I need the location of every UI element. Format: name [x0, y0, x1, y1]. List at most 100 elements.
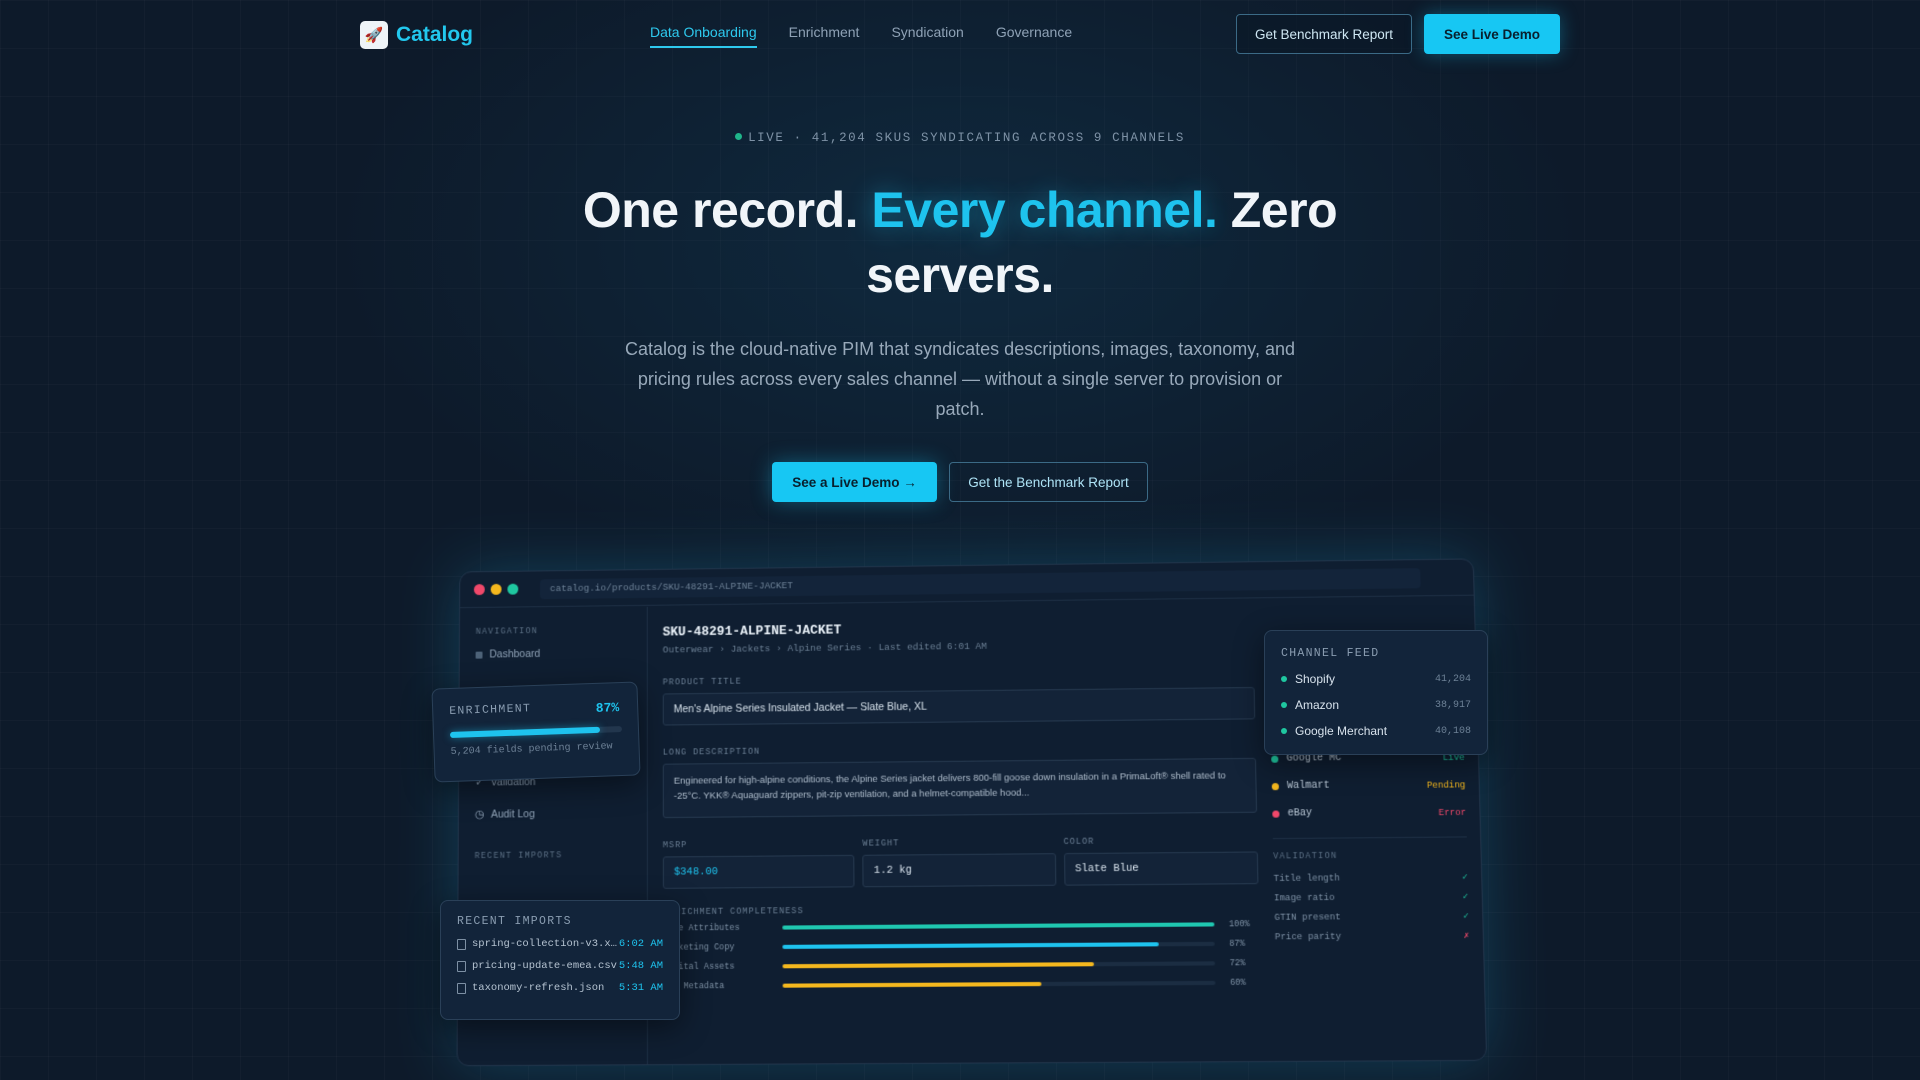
nav-link-governance[interactable]: Governance — [996, 24, 1072, 48]
long-description-field[interactable]: Engineered for high-alpine conditions, t… — [662, 757, 1258, 819]
enrichment-progress-bar — [449, 726, 623, 738]
file-icon — [457, 939, 466, 950]
sidebar-item-dashboard[interactable]: Dashboard — [475, 647, 631, 661]
completeness-fill — [782, 922, 1215, 930]
channel-status: Error — [1438, 807, 1467, 818]
import-file-name: spring-collection-v3.x… — [472, 938, 617, 950]
live-demo-button[interactable]: See Live Demo — [1424, 14, 1560, 54]
completeness-bar — [782, 961, 1216, 969]
channel-feed-title: CHANNEL FEED — [1281, 647, 1380, 660]
completeness-heading: ENRICHMENT COMPLETENESS — [662, 906, 804, 918]
channel-feed-list: Shopify 41,204 Amazon 38,917 Google Merchant… — [1281, 672, 1471, 738]
channel-feed-count: 41,204 — [1434, 673, 1471, 685]
channel-status-list: Google MC Live Walmart Pending eBay Error — [1271, 752, 1466, 820]
clock-icon: ◷ — [474, 808, 484, 821]
channel-feed-name: Shopify — [1295, 672, 1336, 686]
import-row[interactable]: taxonomy-refresh.json 5:31 AM — [457, 982, 663, 994]
import-file-name: taxonomy-refresh.json — [472, 982, 605, 994]
import-row[interactable]: spring-collection-v3.x… 6:02 AM — [457, 938, 663, 950]
validation-heading: VALIDATION — [1273, 850, 1338, 862]
completeness-label: SEO Metadata — [662, 980, 725, 992]
validation-row: GTIN present ✓ — [1274, 911, 1469, 923]
channel-status: Pending — [1426, 779, 1466, 791]
status-dot-icon — [1281, 676, 1287, 682]
headline-accent: Every channel. — [871, 182, 1218, 238]
file-icon — [457, 961, 466, 972]
completeness-list: Core Attributes 100% Marketing Copy 87% Digi… — [663, 919, 1261, 992]
status-dot-icon — [1281, 702, 1287, 708]
headline-part1: One record. — [582, 182, 872, 238]
channel-name: Walmart — [1286, 780, 1330, 793]
import-file-name: pricing-update-emea.csv — [472, 960, 617, 972]
product-editor: SKU-48291-ALPINE-JACKET Outerwear › Jack… — [663, 617, 1261, 1000]
validation-label: Image ratio — [1273, 892, 1335, 904]
see-live-demo-button[interactable]: See a Live Demo → — [772, 462, 937, 502]
nav-link-syndication[interactable]: Syndication — [891, 24, 963, 48]
completeness-fill — [782, 962, 1094, 969]
hero-headline: One record. Every channel. Zero servers. — [560, 178, 1360, 308]
completeness-bar — [782, 941, 1216, 949]
msrp-field[interactable]: $348.00 — [662, 854, 855, 889]
top-nav: 🚀 Catalog Data Onboarding Enrichment Syn… — [0, 0, 1920, 68]
url-bar[interactable]: catalog.io/products/SKU-48291-ALPINE-JAC… — [539, 567, 1421, 599]
channel-row[interactable]: eBay Error — [1272, 807, 1466, 820]
channel-feed-row[interactable]: Shopify 41,204 — [1281, 672, 1471, 686]
validation-label: Title length — [1273, 873, 1340, 885]
channel-feed-row[interactable]: Amazon 38,917 — [1281, 698, 1471, 712]
channel-panel: Google MC Live Walmart Pending eBay Error VAL… — [1271, 752, 1470, 952]
weight-label: WEIGHT — [862, 838, 900, 849]
sidebar-item-audit-log[interactable]: ◷ Audit Log — [475, 807, 631, 821]
get-benchmark-report-button[interactable]: Get the Benchmark Report — [949, 462, 1148, 502]
completeness-bar — [782, 980, 1216, 988]
import-list: spring-collection-v3.x… 6:02 AM pricing-up… — [457, 938, 663, 994]
check-icon: ✓ — [1462, 891, 1469, 903]
nav-link-enrichment[interactable]: Enrichment — [789, 24, 860, 48]
recent-imports-card: RECENT IMPORTS spring-collection-v3.x… 6:… — [440, 900, 680, 1020]
enrichment-note: 5,204 fields pending review — [450, 741, 613, 758]
live-badge: LIVE · 41,204 SKUS SYNDICATING ACROSS 9 … — [0, 131, 1920, 145]
nav-link-data-onboarding[interactable]: Data Onboarding — [650, 24, 757, 48]
brand-name: Catalog — [396, 23, 474, 46]
sidebar-item-label: Audit Log — [490, 808, 535, 821]
color-field[interactable]: Slate Blue — [1063, 851, 1259, 886]
sidebar-nav-heading: NAVIGATION — [475, 626, 538, 637]
maximize-dot-icon — [507, 583, 519, 595]
validation-row: Image ratio ✓ — [1274, 892, 1469, 904]
import-row[interactable]: pricing-update-emea.csv 5:48 AM — [457, 960, 663, 972]
rocket-icon: 🚀 — [360, 21, 388, 49]
window-titlebar: catalog.io/products/SKU-48291-ALPINE-JAC… — [460, 559, 1474, 609]
brand-logo[interactable]: 🚀 Catalog — [360, 21, 473, 49]
file-icon — [457, 983, 466, 994]
status-dot-icon — [1272, 810, 1280, 818]
status-dot-icon — [1281, 728, 1287, 734]
channel-feed-row[interactable]: Google Merchant 40,108 — [1281, 724, 1471, 738]
channel-feed-name: Amazon — [1295, 698, 1340, 712]
nav-links: Data Onboarding Enrichment Syndication G… — [650, 24, 1072, 48]
completeness-row: Digital Assets 72% — [663, 958, 1260, 972]
channel-row[interactable]: Walmart Pending — [1271, 779, 1466, 793]
status-dot-icon — [1271, 755, 1279, 763]
benchmark-report-button[interactable]: Get Benchmark Report — [1236, 14, 1412, 54]
import-time: 5:31 AM — [618, 982, 663, 994]
sidebar-imports-heading: RECENT IMPORTS — [474, 850, 563, 862]
attributes-row: MSRP $348.00 WEIGHT 1.2 kg COLOR Slate B… — [663, 813, 1259, 889]
status-dot-icon — [1271, 783, 1279, 791]
completeness-row: Core Attributes 100% — [663, 919, 1259, 933]
weight-field[interactable]: 1.2 kg — [862, 853, 1057, 888]
channel-feed-card: CHANNEL FEED Shopify 41,204 Amazon 38,917 Go… — [1264, 630, 1488, 755]
check-icon: ✓ — [1462, 872, 1469, 883]
close-dot-icon — [473, 584, 485, 596]
validation-list: Title length ✓ Image ratio ✓ GTIN present ✓ Pr… — [1274, 872, 1470, 942]
completeness-percent: 87% — [1229, 938, 1245, 949]
completeness-percent: 60% — [1229, 977, 1246, 988]
breadcrumb: Outerwear › Jackets › Alpine Series · La… — [662, 640, 987, 656]
channel-feed-count: 38,917 — [1434, 699, 1471, 711]
completeness-percent: 72% — [1229, 958, 1246, 969]
cross-icon: ✗ — [1463, 930, 1470, 942]
product-title-field[interactable]: Men's Alpine Series Insulated Jacket — S… — [662, 687, 1256, 726]
enrichment-progress-fill — [449, 726, 600, 738]
channel-name: eBay — [1287, 808, 1313, 820]
enrichment-percent: 87% — [595, 700, 620, 716]
completeness-label: Marketing Copy — [662, 942, 735, 953]
msrp-label: MSRP — [662, 840, 688, 851]
